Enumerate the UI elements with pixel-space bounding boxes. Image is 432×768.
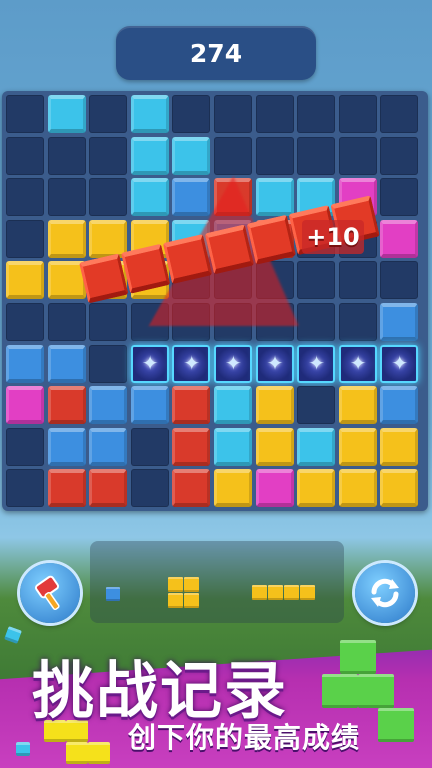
placed-block	[255, 386, 294, 425]
placed-block	[47, 344, 86, 383]
board-cell[interactable]	[297, 136, 336, 175]
board-cell[interactable]	[6, 469, 44, 508]
cleared-block	[204, 224, 255, 275]
placed-block	[89, 427, 128, 466]
placed-block	[172, 136, 211, 175]
board-cell[interactable]	[6, 95, 44, 133]
placed-block	[255, 469, 294, 508]
decor-cyan-block	[4, 626, 22, 644]
placed-block	[47, 427, 86, 466]
placed-block	[47, 219, 86, 258]
cleared-block	[120, 243, 171, 294]
placed-block	[172, 469, 211, 508]
sparkle-clearing-cell	[338, 344, 377, 383]
board-cell[interactable]	[6, 136, 44, 175]
board-cell[interactable]	[297, 386, 336, 425]
board-cell[interactable]	[380, 261, 419, 300]
board-cell[interactable]	[338, 303, 377, 341]
board-cell[interactable]	[338, 95, 377, 133]
hammer-button[interactable]	[20, 563, 80, 623]
sparkle-clearing-cell	[380, 344, 419, 383]
decor-green-block	[358, 674, 394, 708]
placed-block	[6, 344, 44, 383]
placed-block	[380, 427, 419, 466]
placed-block	[130, 95, 169, 133]
cleared-block	[79, 253, 129, 304]
cleared-block	[162, 233, 213, 285]
board-cell[interactable]	[338, 261, 377, 300]
hammer-icon	[34, 575, 60, 611]
placed-block	[255, 427, 294, 466]
board-cell[interactable]	[6, 303, 44, 341]
decor-green-block	[340, 640, 376, 674]
placed-block	[47, 469, 86, 508]
placed-block	[214, 386, 252, 425]
score-display: 274	[116, 26, 316, 80]
placed-block	[214, 469, 252, 508]
placed-block	[89, 469, 128, 508]
board-cell[interactable]	[172, 95, 211, 133]
placed-block	[297, 469, 336, 508]
board-cell[interactable]	[6, 178, 44, 217]
board-cell[interactable]	[47, 178, 86, 217]
board-cell[interactable]	[89, 303, 128, 341]
placed-block	[130, 386, 169, 425]
decor-yellow-block	[66, 742, 88, 764]
placed-block	[172, 427, 211, 466]
placed-block	[47, 386, 86, 425]
placed-block	[338, 427, 377, 466]
placed-block	[214, 427, 252, 466]
board-cell[interactable]	[380, 136, 419, 175]
placed-block	[338, 469, 377, 508]
placed-block	[130, 178, 169, 217]
board-cell[interactable]	[6, 427, 44, 466]
score-value: 274	[189, 38, 243, 68]
placed-block	[130, 136, 169, 175]
placed-block	[380, 469, 419, 508]
board-cell[interactable]	[214, 136, 252, 175]
sparkle-clearing-cell	[130, 344, 169, 383]
placed-block	[380, 386, 419, 425]
board-cell[interactable]	[130, 469, 169, 508]
placed-block	[297, 427, 336, 466]
placed-block	[6, 261, 44, 300]
refresh-button[interactable]	[355, 563, 415, 623]
board-cell[interactable]	[47, 136, 86, 175]
cleared-block	[246, 214, 297, 265]
decor-green-block	[378, 708, 414, 742]
board-cell[interactable]	[47, 303, 86, 341]
board-cell[interactable]	[380, 95, 419, 133]
decor-cyan-block	[16, 742, 30, 756]
board-cell[interactable]	[89, 136, 128, 175]
board-cell[interactable]	[214, 95, 252, 133]
placed-block	[89, 386, 128, 425]
board-cell[interactable]	[338, 136, 377, 175]
sparkle-clearing-cell	[214, 344, 252, 383]
placed-block	[380, 303, 419, 341]
placed-block	[380, 219, 419, 258]
board-cell[interactable]	[255, 136, 294, 175]
board-cell[interactable]	[6, 219, 44, 258]
next-pieces-tray	[90, 541, 344, 623]
placed-block	[172, 386, 211, 425]
refresh-icon	[371, 578, 399, 608]
board-cell[interactable]	[255, 95, 294, 133]
decor-green-block	[322, 674, 358, 708]
board-cell[interactable]	[89, 178, 128, 217]
sparkle-clearing-cell	[172, 344, 211, 383]
placed-block	[47, 95, 86, 133]
decor-yellow-block	[88, 742, 110, 764]
sparkle-clearing-cell	[297, 344, 336, 383]
banner-subtitle: 创下你的最高成绩	[128, 721, 361, 754]
board-cell[interactable]	[89, 95, 128, 133]
sparkle-clearing-cell	[255, 344, 294, 383]
board-cell[interactable]	[297, 95, 336, 133]
board-cell[interactable]	[380, 178, 419, 217]
board-cell[interactable]	[89, 344, 128, 383]
board-cell[interactable]	[130, 427, 169, 466]
placed-block	[6, 386, 44, 425]
placed-block	[338, 386, 377, 425]
combo-points-popup: +10	[302, 220, 364, 254]
